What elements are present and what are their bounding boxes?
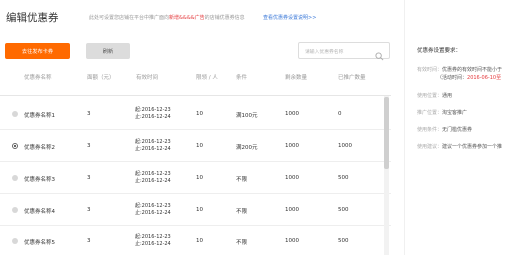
requirement-advice: 使用建议：建议一个优惠券参加一个推: [417, 143, 502, 150]
coupon-limit: 10: [196, 238, 203, 244]
coupon-amount: 3: [87, 111, 91, 117]
condition-label: 使用条件：: [417, 127, 443, 133]
column-header-remaining: 剩余数量: [285, 75, 308, 81]
coupon-promoted: 1000: [338, 143, 352, 149]
coupon-amount: 3: [87, 175, 91, 181]
coupon-limit: 10: [196, 207, 203, 213]
table-row[interactable]: 优惠券名称3 3 起:2016-12-23 止:2016-12-24 10 不限…: [0, 162, 391, 194]
coupon-name: 优惠券名称4: [24, 209, 55, 215]
scope-label: 使用位置：: [417, 93, 443, 99]
coupon-end: 止:2016-12-24: [135, 241, 171, 247]
refresh-button[interactable]: 刷新: [86, 43, 130, 59]
page-title: 编辑优惠券: [6, 12, 59, 24]
advice-value: 建议一个优惠券参加一个推: [442, 144, 503, 150]
coupon-name: 优惠券名称1: [24, 113, 55, 119]
coupon-condition: 不限: [236, 177, 248, 183]
validity-sub-date: 2016-06-10至: [467, 75, 502, 81]
table-row[interactable]: 优惠券名称1 3 起:2016-12-23 止:2016-12-24 10 满1…: [0, 98, 391, 130]
table-header-divider: [0, 95, 391, 96]
row-radio[interactable]: [12, 175, 18, 181]
requirement-channel: 推广位置：淘宝客推广: [417, 109, 467, 116]
scope-value: 通用: [442, 93, 453, 99]
tip-highlight: 新增&&&&广告: [169, 15, 205, 21]
requirement-validity: 有效时间：优惠券的有效时间不能小于: [417, 66, 502, 73]
coupon-amount: 3: [87, 238, 91, 244]
coupon-remaining: 1000: [285, 143, 299, 149]
coupon-remaining: 1000: [285, 175, 299, 181]
requirements-heading: 优惠券设置要求：: [417, 48, 462, 54]
coupon-start: 起:2016-12-23: [135, 107, 171, 113]
coupon-remaining: 1000: [285, 207, 299, 213]
search-icon[interactable]: [375, 46, 384, 65]
coupon-condition: 满200元: [236, 145, 258, 151]
panel-divider: [404, 0, 405, 255]
coupon-promoted: 0: [338, 111, 342, 117]
channel-value: 淘宝客推广: [442, 110, 468, 116]
coupon-end: 止:2016-12-24: [135, 146, 171, 152]
coupon-start: 起:2016-12-23: [135, 139, 171, 145]
requirement-validity-sub: （活动时间：2016-06-10至: [437, 74, 501, 81]
coupon-name: 优惠券名称5: [24, 240, 55, 246]
coupon-condition: 满100元: [236, 113, 258, 119]
row-radio[interactable]: [12, 207, 18, 213]
coupon-limit: 10: [196, 143, 203, 149]
validity-sub-prefix: （活动时间：: [437, 75, 468, 81]
table-row[interactable]: 优惠券名称2 3 起:2016-12-23 止:2016-12-24 10 满2…: [0, 130, 391, 162]
search-input[interactable]: 请输入优惠券名称: [298, 42, 390, 61]
page-tip: 此处可设置您店铺在平台中推广面向新增&&&&广告的店铺优惠券信息: [89, 14, 245, 21]
column-header-limit: 限领 / 人: [196, 75, 218, 81]
tip-prefix: 此处可设置您店铺在平台中推广面向: [89, 15, 170, 21]
coupon-remaining: 1000: [285, 238, 299, 244]
condition-value: 无门槛优惠券: [442, 127, 473, 133]
coupon-end: 止:2016-12-24: [135, 178, 171, 184]
channel-label: 推广位置：: [417, 110, 443, 116]
settings-help-link[interactable]: 查看优惠券设置说明>>: [263, 14, 316, 21]
search-placeholder: 请输入优惠券名称: [305, 50, 344, 55]
coupon-limit: 10: [196, 111, 203, 117]
coupon-amount: 3: [87, 143, 91, 149]
advice-label: 使用建议：: [417, 144, 443, 150]
coupon-promoted: 500: [338, 238, 349, 244]
coupon-end: 止:2016-12-24: [135, 210, 171, 216]
coupon-end: 止:2016-12-24: [135, 114, 171, 120]
requirement-scope: 使用位置：通用: [417, 92, 452, 99]
coupon-name: 优惠券名称2: [24, 145, 55, 151]
column-header-promoted: 已推广数量: [338, 75, 366, 81]
publish-coupon-button[interactable]: 去往发布卡券: [5, 43, 70, 59]
coupon-promoted: 500: [338, 207, 349, 213]
coupon-condition: 不限: [236, 209, 248, 215]
column-header-validity: 有效时间: [136, 75, 159, 81]
coupon-remaining: 1000: [285, 111, 299, 117]
validity-text: 优惠券的有效时间不能小于: [442, 67, 503, 73]
row-radio[interactable]: [12, 111, 18, 117]
column-header-condition: 条件: [236, 75, 248, 81]
validity-label: 有效时间：: [417, 67, 443, 73]
coupon-condition: 不限: [236, 240, 248, 246]
requirement-condition: 使用条件：无门槛优惠券: [417, 126, 472, 133]
table-row[interactable]: 优惠券名称5 3 起:2016-12-23 止:2016-12-24 10 不限…: [0, 226, 391, 258]
coupon-start: 起:2016-12-23: [135, 203, 171, 209]
column-header-name: 优惠券名称: [24, 75, 52, 81]
table-row[interactable]: 优惠券名称4 3 起:2016-12-23 止:2016-12-24 10 不限…: [0, 194, 391, 226]
coupon-promoted: 500: [338, 175, 349, 181]
coupon-name: 优惠券名称3: [24, 177, 55, 183]
coupon-amount: 3: [87, 207, 91, 213]
coupon-start: 起:2016-12-23: [135, 171, 171, 177]
coupon-limit: 10: [196, 175, 203, 181]
table-scrollbar-thumb[interactable]: [384, 97, 389, 169]
row-radio-selected[interactable]: [12, 143, 18, 149]
row-radio[interactable]: [12, 238, 18, 244]
tip-suffix: 的店铺优惠券信息: [204, 15, 245, 21]
column-header-amount: 面额（元）: [87, 75, 115, 81]
coupon-start: 起:2016-12-23: [135, 234, 171, 240]
